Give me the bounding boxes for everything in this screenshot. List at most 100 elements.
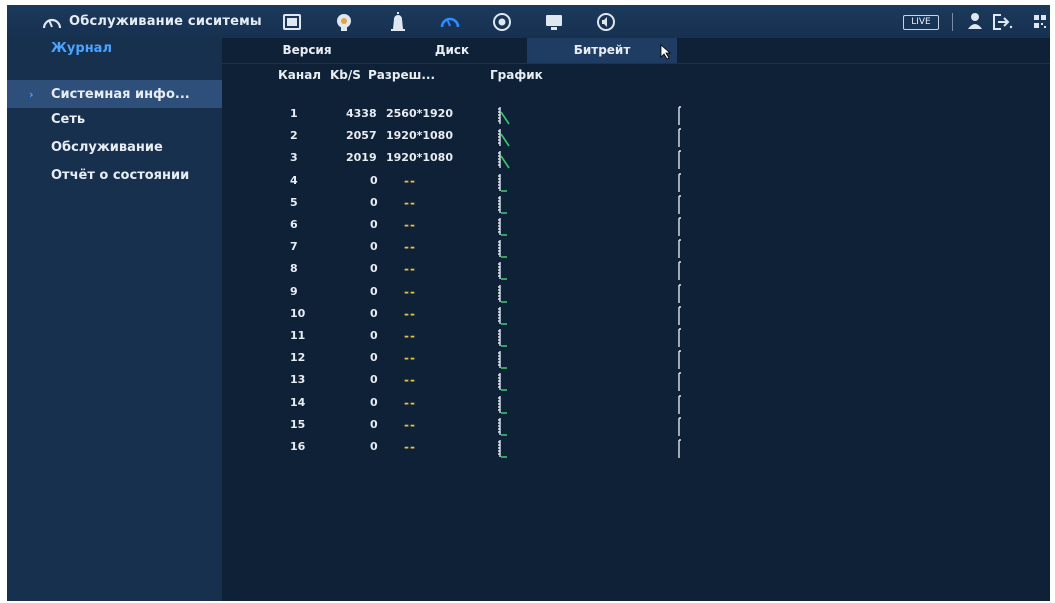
bitrate-graph-end: [678, 372, 681, 392]
bitrate-graph: [498, 195, 507, 214]
live-button[interactable]: LIVE: [903, 15, 939, 30]
sidebar-item-label: Системная инфо...: [51, 87, 190, 102]
kbs-cell: 0: [370, 173, 378, 187]
tab-disk[interactable]: Диск: [382, 38, 522, 63]
table-row: 13 0 --: [222, 370, 1050, 392]
resolution-cell: 1920*1080: [386, 151, 453, 165]
column-header-channel: Канал: [278, 68, 322, 82]
column-header-resolution: Разреш...: [368, 68, 436, 82]
bitrate-graph-end: [678, 439, 681, 458]
channel-cell: 9: [290, 284, 298, 298]
qr-icon[interactable]: [1033, 13, 1047, 31]
channel-cell: 2: [290, 129, 298, 143]
bitrate-graph-end: [678, 150, 681, 170]
kbs-cell: 0: [370, 284, 378, 298]
resolution-cell: --: [404, 195, 416, 210]
cursor-icon: [660, 44, 672, 60]
table-row: 14 0 --: [222, 393, 1050, 415]
kbs-cell: 0: [370, 395, 378, 409]
bitrate-graph: [498, 107, 510, 125]
channel-cell: 7: [290, 240, 298, 254]
resolution-cell: 1920*1080: [386, 129, 453, 143]
alarm-icon[interactable]: [387, 11, 409, 33]
bitrate-graph: [498, 329, 507, 347]
kbs-cell: 2019: [346, 151, 377, 165]
table-row: 12 0 --: [222, 348, 1050, 370]
tab-bitrate[interactable]: Битрейт: [527, 38, 677, 63]
channel-cell: 15: [290, 417, 306, 431]
column-header-graph: График: [490, 68, 543, 82]
sidebar-item-label: Отчёт о состоянии: [51, 168, 190, 183]
table-row: 10 0 --: [222, 304, 1050, 326]
table-row: 15 0 --: [222, 415, 1050, 437]
bitrate-graph-end: [678, 350, 681, 370]
channel-cell: 12: [290, 351, 306, 365]
table-row: 9 0 --: [222, 282, 1050, 304]
kbs-cell: 0: [370, 329, 378, 342]
kbs-cell: 0: [370, 373, 378, 387]
logout-icon[interactable]: [992, 13, 1014, 31]
bitrate-graph: [498, 351, 507, 369]
channel-cell: 4: [290, 173, 298, 187]
bitrate-graph-end: [678, 128, 681, 148]
bitrate-graph: [498, 440, 507, 458]
bitrate-graph: [498, 129, 510, 147]
table-row: 16 0 --: [222, 437, 1050, 459]
toolbar-divider: [952, 13, 953, 31]
sidebar-item-maintenance[interactable]: Обслуживание: [7, 134, 222, 161]
bitrate-graph-end: [678, 306, 681, 325]
kbs-cell: 2057: [346, 129, 377, 143]
channel-cell: 14: [290, 395, 306, 409]
table-row: 7 0 --: [222, 237, 1050, 259]
page-title: Обслуживание сиситемы: [69, 14, 262, 29]
bitrate-graph-end: [678, 261, 681, 281]
monitor-icon[interactable]: [543, 11, 565, 33]
speaker-icon[interactable]: [595, 11, 617, 33]
sidebar-item-network[interactable]: Сеть: [7, 106, 222, 133]
main-panel: Версия Диск Битрейт Канал Kb/S Разреш...…: [222, 38, 1050, 601]
sidebar-item-journal[interactable]: Журнал: [7, 38, 222, 62]
kbs-cell: 0: [370, 240, 378, 254]
channel-cell: 16: [290, 440, 306, 453]
bitrate-graph: [498, 218, 507, 236]
bitrate-graph: [498, 151, 510, 169]
bitrate-graph-end: [678, 239, 681, 259]
sidebar-item-label: Журнал: [51, 41, 112, 56]
channel-cell: 6: [290, 218, 298, 231]
table-row: 2 2057 1920*1080: [222, 126, 1050, 148]
table-row: 8 0 --: [222, 259, 1050, 281]
resolution-cell: --: [404, 417, 416, 432]
sidebar-item-status-report[interactable]: Отчёт о состоянии: [7, 162, 222, 189]
face-icon[interactable]: [333, 11, 355, 33]
tab-version[interactable]: Версия: [242, 38, 372, 63]
bitrate-graph-end: [678, 172, 681, 192]
bitrate-graph-end: [678, 417, 681, 436]
resolution-cell: 2560*1920: [386, 107, 453, 120]
bitrate-graph-end: [678, 283, 681, 303]
chevron-right-icon: ›: [29, 88, 34, 101]
bitrate-graph-end: [678, 195, 681, 214]
resolution-cell: --: [404, 440, 416, 454]
column-header-kbs: Kb/S: [330, 68, 361, 82]
resolution-cell: --: [404, 373, 416, 388]
channel-cell: 13: [290, 373, 306, 387]
bitrate-graph: [498, 306, 507, 325]
gauge-icon[interactable]: [439, 11, 461, 33]
resolution-cell: --: [404, 173, 416, 188]
kbs-cell: 0: [370, 195, 378, 209]
bitrate-graph: [498, 284, 507, 303]
resolution-cell: --: [404, 329, 416, 343]
table-row: 11 0 --: [222, 326, 1050, 348]
resolution-cell: --: [404, 284, 416, 299]
record-icon[interactable]: [491, 11, 513, 33]
kbs-cell: 0: [370, 306, 378, 320]
bitrate-graph: [498, 373, 507, 392]
bitrate-graph: [498, 173, 507, 192]
film-icon[interactable]: [281, 11, 303, 33]
kbs-cell: 0: [370, 417, 378, 431]
kbs-cell: 0: [370, 351, 378, 365]
sidebar-item-label: Сеть: [51, 112, 86, 127]
sidebar-item-system-info[interactable]: › Системная инфо...: [7, 80, 222, 108]
channel-cell: 1: [290, 107, 298, 120]
user-icon[interactable]: [967, 12, 983, 30]
